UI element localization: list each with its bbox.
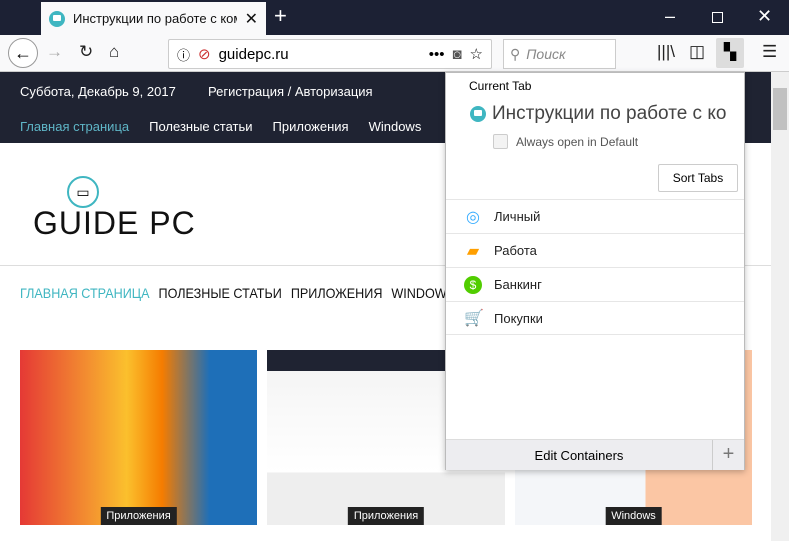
- search-icon: ⚲: [510, 45, 521, 62]
- current-tab-title: Инструкции по работе с ко: [492, 103, 727, 124]
- always-open-label: Always open in Default: [516, 135, 639, 149]
- topnav-windows[interactable]: Windows: [369, 119, 422, 134]
- article-card[interactable]: Приложения: [20, 350, 257, 525]
- mainnav-articles[interactable]: ПОЛЕЗНЫЕ СТАТЬИ: [159, 285, 282, 301]
- home-button[interactable]: ⌂: [109, 42, 119, 62]
- cart-icon: 🛒: [464, 310, 484, 327]
- dollar-icon: $: [464, 275, 482, 294]
- category-badge[interactable]: Windows: [605, 507, 662, 525]
- main-nav: ГЛАВНАЯ СТРАНИЦА ПОЛЕЗНЫЕ СТАТЬИ ПРИЛОЖЕ…: [20, 285, 455, 301]
- mainnav-apps[interactable]: ПРИЛОЖЕНИЯ: [291, 285, 383, 301]
- pocket-icon[interactable]: ◙: [452, 46, 461, 63]
- tab-title: Инструкции по работе с комп: [73, 11, 237, 26]
- insecure-lock-icon: ⊘: [198, 46, 211, 63]
- container-label: Банкинг: [494, 277, 542, 292]
- container-label: Работа: [494, 243, 537, 258]
- search-input[interactable]: ⚲ Поиск: [503, 39, 616, 69]
- panel-footer: Edit Containers +: [446, 439, 744, 470]
- container-personal[interactable]: ◎ Личный: [446, 199, 744, 233]
- add-container-button[interactable]: +: [712, 440, 744, 470]
- topnav-articles[interactable]: Полезные статьи: [149, 119, 252, 134]
- logo-laptop-icon: ▭: [67, 176, 99, 208]
- search-placeholder: Поиск: [526, 46, 566, 62]
- url-bar[interactable]: ⓘ ⊘ guidepc.ru ••• ◙ ☆: [168, 39, 492, 69]
- briefcase-icon: ▰: [466, 242, 480, 260]
- container-work[interactable]: ▰ Работа: [446, 233, 744, 267]
- container-label: Покупки: [494, 310, 543, 326]
- containers-panel: Current Tab Инструкции по работе с ко Al…: [445, 72, 745, 470]
- back-button[interactable]: ←: [8, 38, 38, 68]
- site-date: Суббота, Декабрь 9, 2017: [20, 84, 176, 99]
- forward-button[interactable]: →: [46, 42, 63, 62]
- url-text[interactable]: guidepc.ru: [219, 46, 421, 63]
- site-favicon-icon: [470, 106, 486, 122]
- scrollbar[interactable]: [771, 72, 789, 541]
- site-logo[interactable]: GUIDE PC: [33, 205, 196, 242]
- sort-tabs-button[interactable]: Sort Tabs: [658, 164, 738, 192]
- auth-link[interactable]: Регистрация / Авторизация: [208, 84, 373, 99]
- reload-button[interactable]: ↻: [79, 42, 93, 62]
- nav-toolbar: ← → ↻ ⌂ ⓘ ⊘ guidepc.ru ••• ◙ ☆ ⚲ Поиск |…: [0, 35, 789, 72]
- topnav-apps[interactable]: Приложения: [273, 119, 349, 134]
- containers-button[interactable]: ▚: [716, 38, 744, 68]
- container-banking[interactable]: $ Банкинг: [446, 267, 744, 301]
- close-window-button[interactable]: ✕: [757, 6, 772, 27]
- fingerprint-icon: ◎: [466, 208, 480, 226]
- info-icon[interactable]: ⓘ: [177, 45, 190, 64]
- scrollbar-thumb[interactable]: [773, 88, 787, 130]
- tab-active[interactable]: Инструкции по работе с комп ✕: [41, 2, 266, 35]
- maximize-button[interactable]: [712, 12, 723, 23]
- mainnav-home[interactable]: ГЛАВНАЯ СТРАНИЦА: [20, 285, 150, 301]
- menu-icon[interactable]: ☰: [762, 42, 777, 62]
- topnav-home[interactable]: Главная страница: [20, 119, 129, 134]
- bookmark-star-icon[interactable]: ☆: [470, 45, 483, 63]
- tab-bar: Инструкции по работе с комп ✕ + – ✕: [0, 0, 789, 35]
- always-open-checkbox[interactable]: [493, 134, 508, 149]
- site-favicon-icon: [49, 10, 65, 27]
- library-icon[interactable]: |||\: [657, 42, 675, 62]
- category-badge[interactable]: Приложения: [100, 507, 177, 525]
- container-shopping[interactable]: 🛒 Покупки: [446, 301, 744, 335]
- current-tab-heading: Current Tab: [469, 79, 532, 93]
- sidebar-icon[interactable]: ◫: [689, 42, 705, 62]
- category-badge[interactable]: Приложения: [347, 507, 425, 525]
- page-actions-icon[interactable]: •••: [429, 46, 445, 63]
- new-tab-button[interactable]: +: [274, 3, 287, 29]
- minimize-button[interactable]: –: [665, 6, 675, 27]
- container-label: Личный: [494, 209, 541, 224]
- edit-containers-button[interactable]: Edit Containers: [446, 448, 712, 463]
- close-tab-icon[interactable]: ✕: [245, 9, 258, 29]
